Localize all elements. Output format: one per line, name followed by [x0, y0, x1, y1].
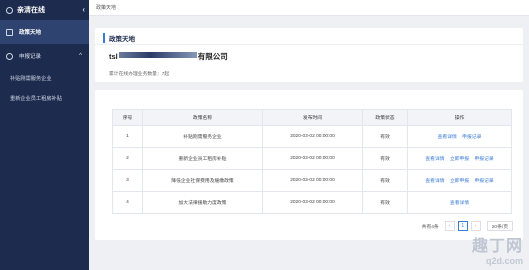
pagination: 共有4条 ‹ 1 › 20条/页 — [422, 221, 513, 231]
cell-time: 2020-03-02 00:00:00 — [262, 191, 363, 214]
cell-name: 重新企业员工租房补贴 — [142, 147, 263, 170]
cell-actions: 查看详情 申报记录 — [407, 125, 512, 148]
total-count: 共有4条 — [421, 224, 439, 230]
view-details-link[interactable]: 查看详情 — [438, 135, 457, 140]
nav-item-records[interactable]: 申报记录 ^ — [0, 44, 89, 68]
apply-records-link[interactable]: 申报记录 — [462, 135, 481, 140]
cell-time: 2020-03-02 00:00:00 — [262, 169, 363, 192]
sub-item-subsidy[interactable]: 补贴刚需服务企业 — [0, 68, 89, 88]
cell-status: 有效 — [362, 191, 408, 214]
sidebar: 亲清在线 ‹ 政策天地 申报记录 ^ 补贴刚需服务企业 重新企业员工租房补贴 — [0, 0, 89, 270]
next-page-button[interactable]: › — [470, 221, 481, 231]
apply-now-link[interactable]: 立即申报 — [450, 157, 469, 162]
document-icon — [6, 28, 13, 36]
brand-header: 亲清在线 ‹ — [0, 0, 89, 20]
company-panel: 政策天地 tsl 有限公司 累计在线办理业务数量：7起 — [95, 28, 523, 82]
table-header-row: 序号 政策名称 发布时间 政策状态 操作 — [112, 109, 512, 126]
view-details-link[interactable]: 查看详情 — [450, 201, 469, 206]
watermark-url: q2d.com — [485, 256, 523, 266]
apply-records-link[interactable]: 申报记录 — [474, 157, 493, 162]
cell-time: 2020-03-02 00:00:00 — [262, 125, 363, 148]
cell-no: 2 — [112, 147, 143, 170]
cell-actions: 查看详情 立即申报 申报记录 — [407, 147, 512, 170]
cell-time: 2020-03-02 00:00:00 — [262, 147, 363, 170]
view-details-link[interactable]: 查看详情 — [425, 179, 444, 184]
watermark: 趣丁网 q2d.com — [472, 232, 523, 266]
prev-page-button[interactable]: ‹ — [444, 221, 455, 231]
business-count: 累计在线办理业务数量：7起 — [109, 72, 170, 77]
cell-no: 1 — [112, 125, 143, 148]
cell-name: 加大法律援助力度政策 — [142, 191, 263, 214]
policy-table-panel: 序号 政策名称 发布时间 政策状态 操作 1 补贴刚需服务企业 2020-03-… — [95, 90, 523, 240]
apply-now-link[interactable]: 立即申报 — [450, 179, 469, 184]
brand-title: 亲清在线 — [17, 7, 45, 14]
panel-title: 政策天地 — [103, 33, 135, 43]
watermark-text: 趣丁网 — [471, 238, 523, 255]
cell-no: 4 — [112, 191, 143, 214]
page-button[interactable]: 1 — [457, 221, 468, 231]
company-prefix: tsl — [109, 52, 118, 61]
column-header: 发布时间 — [262, 109, 363, 126]
nav-item-label: 政策天地 — [19, 30, 42, 36]
apply-records-link[interactable]: 申报记录 — [474, 179, 493, 184]
column-header: 操作 — [407, 109, 512, 126]
top-bar: 政策天地 — [89, 0, 529, 16]
policy-table: 序号 政策名称 发布时间 政策状态 操作 1 补贴刚需服务企业 2020-03-… — [112, 109, 512, 214]
page-size-select[interactable]: 20条/页 — [486, 221, 513, 231]
table-row: 2 重新企业员工租房补贴 2020-03-02 00:00:00 有效 查看详情… — [112, 147, 512, 170]
cell-name: 补贴刚需服务企业 — [142, 125, 263, 148]
tab-policy[interactable]: 政策天地 — [96, 4, 116, 11]
collapse-sidebar-icon[interactable]: ‹ — [82, 5, 85, 14]
logo-icon — [6, 6, 13, 14]
cell-name: 降低企业社保费用及缓缴政策 — [142, 169, 263, 192]
company-name: tsl 有限公司 — [109, 51, 228, 62]
cell-status: 有效 — [362, 147, 408, 170]
divider — [95, 44, 523, 45]
nav-item-policy[interactable]: 政策天地 — [0, 20, 89, 44]
cell-status: 有效 — [362, 169, 408, 192]
company-suffix: 有限公司 — [197, 52, 228, 61]
cell-status: 有效 — [362, 125, 408, 148]
view-details-link[interactable]: 查看详情 — [425, 157, 444, 162]
table-row: 3 降低企业社保费用及缓缴政策 2020-03-02 00:00:00 有效 查… — [112, 169, 512, 192]
chevron-up-icon: ^ — [79, 53, 82, 59]
table-row: 1 补贴刚需服务企业 2020-03-02 00:00:00 有效 查看详情 申… — [112, 125, 512, 148]
cell-actions: 查看详情 — [407, 191, 512, 214]
cell-no: 3 — [112, 169, 143, 192]
redaction-mark — [118, 52, 197, 58]
sub-item-rent[interactable]: 重新企业员工租房补贴 — [0, 88, 89, 108]
column-header: 序号 — [112, 109, 143, 126]
clock-icon — [6, 52, 13, 60]
table-row: 4 加大法律援助力度政策 2020-03-02 00:00:00 有效 查看详情 — [112, 191, 512, 214]
cell-actions: 查看详情 立即申报 申报记录 — [407, 169, 512, 192]
nav-item-label: 申报记录 — [19, 54, 42, 60]
column-header: 政策名称 — [142, 109, 263, 126]
column-header: 政策状态 — [362, 109, 408, 126]
